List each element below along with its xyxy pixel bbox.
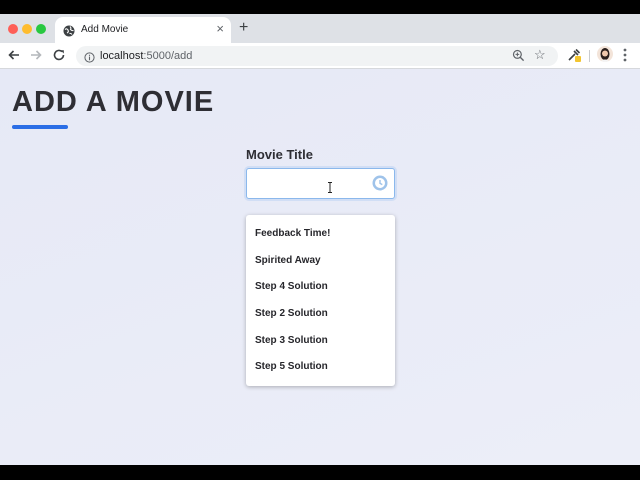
movie-title-input[interactable] [246,168,395,199]
reload-icon[interactable] [51,47,67,63]
url-path: :5000/add [143,50,193,62]
minimize-window-button[interactable] [22,24,32,34]
page-title: ADD A MOVIE [12,86,215,118]
autocomplete-option[interactable]: Step 5 Solution [246,354,395,381]
tab-strip: Add Movie × + [0,14,640,43]
new-tab-button[interactable]: + [239,19,248,37]
close-window-button[interactable] [8,24,18,34]
browser-toolbar: localhost:5000/add ☆ [0,43,640,69]
autocomplete-option[interactable]: Step 4 Solution [246,274,395,301]
tab-close-icon[interactable]: × [216,22,224,36]
forward-arrow-icon[interactable] [28,47,44,63]
eyedropper-icon[interactable] [566,47,582,68]
menu-icon[interactable] [623,48,627,67]
page-content: ADD A MOVIE Movie Title Feedback Time! S… [0,69,640,465]
tab-title: Add Movie [81,24,129,35]
autocomplete-option[interactable]: Feedback Time! [246,221,395,248]
zoom-icon[interactable] [512,49,525,67]
address-bar[interactable]: localhost:5000/add ☆ [76,46,558,66]
autocomplete-option[interactable]: Step 3 Solution [246,328,395,355]
globe-icon [63,24,75,42]
info-icon[interactable] [84,50,95,68]
maximize-window-button[interactable] [36,24,46,34]
toolbar-divider [589,50,590,62]
tab-add-movie[interactable]: Add Movie × [55,17,231,43]
star-icon[interactable]: ☆ [534,48,546,62]
browser-window: Add Movie × + localhost:5000/add ☆ ADD A… [0,14,640,465]
back-arrow-icon[interactable] [6,47,22,63]
autocomplete-dropdown: Feedback Time! Spirited Away Step 4 Solu… [246,215,395,386]
url-text[interactable]: localhost:5000/add [100,50,192,62]
autocomplete-option[interactable]: Spirited Away [246,248,395,275]
history-icon[interactable] [372,175,388,191]
url-host: localhost [100,50,144,62]
movie-title-label: Movie Title [246,147,313,162]
autocomplete-option[interactable]: Step 2 Solution [246,301,395,328]
title-underline [12,125,68,129]
text-cursor-icon [327,180,333,198]
avatar[interactable] [597,46,613,62]
